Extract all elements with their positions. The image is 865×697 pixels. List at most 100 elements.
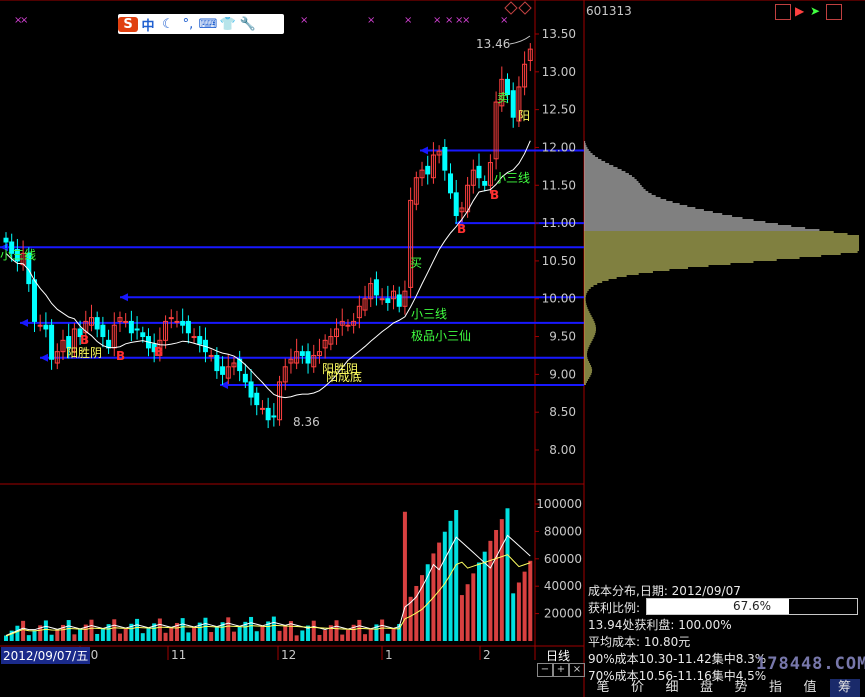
tool-icon[interactable]: ➤	[810, 4, 820, 18]
volume-bar	[140, 633, 145, 641]
volume-bar	[72, 634, 77, 641]
candle-body	[31, 279, 37, 322]
price-tick-label: 12.50	[542, 103, 576, 117]
sogou-logo-icon[interactable]: S	[118, 16, 138, 32]
month-label: 2	[483, 648, 491, 662]
volume-bar	[49, 634, 54, 641]
candle-body	[510, 90, 516, 118]
tab-7[interactable]: 筹	[829, 679, 860, 697]
candle-body	[442, 146, 448, 171]
wrench-icon[interactable]: 🔧	[238, 17, 258, 32]
candle-body	[185, 320, 191, 334]
profit-label: 获利比例:	[588, 601, 641, 615]
flag-icon[interactable]	[775, 4, 791, 20]
candle-body	[49, 324, 55, 360]
volume-bar	[317, 634, 322, 641]
volume-bar	[471, 573, 476, 641]
arrow-icon[interactable]: ▶	[795, 4, 804, 18]
profit-at: 13.94处获利盘: 100.00%	[588, 618, 732, 632]
volume-bar	[340, 634, 345, 641]
volume-bars	[4, 508, 533, 641]
volume-bar	[385, 633, 390, 641]
candle-body	[168, 317, 174, 320]
candle-body	[259, 407, 265, 410]
keyboard-icon[interactable]: ⌨	[198, 17, 218, 32]
tab-2[interactable]: 细	[657, 679, 687, 697]
volume-bar	[163, 632, 168, 641]
event-marker[interactable]: ×	[300, 15, 308, 26]
candle-body	[214, 354, 220, 372]
price-tick-label: 11.00	[542, 216, 576, 230]
candle-body	[180, 320, 186, 326]
candle-body	[265, 407, 271, 421]
volume-bar	[522, 571, 527, 641]
cost-title: 成本分布,日期: 2012/09/07	[588, 584, 741, 598]
tab-6[interactable]: 值	[795, 679, 825, 697]
volume-bar	[21, 620, 26, 641]
annotation-text: 阳	[518, 109, 530, 123]
moon-icon[interactable]: ☾	[158, 17, 178, 32]
punct-icon[interactable]: °,	[178, 17, 198, 32]
volume-bar	[100, 629, 105, 641]
zoom-out-button[interactable]: −	[537, 663, 553, 677]
volume-bar	[15, 625, 20, 641]
diamond-icon[interactable]	[518, 1, 532, 15]
volume-bar	[482, 551, 487, 641]
volume-axis: 100000 80000 60000 40000 20000	[535, 497, 582, 621]
tab-1[interactable]: 价	[623, 679, 653, 697]
volume-bar	[112, 619, 117, 641]
candle-body	[3, 237, 9, 243]
price-tick-label: 9.50	[549, 330, 576, 344]
price-tick-label: 10.50	[542, 254, 576, 268]
annotation-text: 小三线	[411, 307, 447, 321]
volume-bar	[226, 617, 231, 641]
event-marker[interactable]: ×	[462, 15, 470, 26]
volume-tick-label: 20000	[544, 607, 582, 621]
volume-bar	[334, 620, 339, 641]
ime-toolbar[interactable]: S 中 ☾ °, ⌨ 👕 🔧	[118, 14, 284, 34]
candle-body	[100, 324, 106, 338]
diamond-icon[interactable]	[504, 1, 518, 15]
tab-4[interactable]: 势	[726, 679, 756, 697]
ime-lang[interactable]: 中	[138, 15, 158, 34]
volume-tick-label: 60000	[544, 552, 582, 566]
volume-bar	[117, 633, 122, 641]
volume-bar	[214, 627, 219, 641]
skin-icon[interactable]: 👕	[218, 17, 238, 32]
event-marker[interactable]: ×	[404, 15, 412, 26]
volume-bar	[323, 630, 328, 641]
current-date: 2012/09/07/五	[1, 647, 91, 664]
event-marker[interactable]: ×	[367, 15, 375, 26]
event-marker[interactable]: ×	[20, 15, 28, 26]
volume-bar	[499, 519, 504, 641]
volume-bar	[180, 618, 185, 641]
tab-3[interactable]: 盘	[692, 679, 722, 697]
volume-bar	[78, 629, 83, 641]
month-label: 12	[281, 648, 296, 662]
tab-0[interactable]: 笔	[588, 679, 618, 697]
high-price-label: 13.46	[476, 37, 510, 51]
candle-body	[425, 165, 431, 175]
period-label[interactable]: 日线	[546, 647, 570, 664]
volume-bar	[249, 616, 254, 641]
volume-bar	[294, 635, 299, 641]
volume-bar	[157, 618, 162, 641]
volume-bar	[368, 629, 373, 641]
buy-marker: B	[457, 222, 466, 236]
candle-body	[208, 354, 214, 357]
zoom-in-button[interactable]: +	[553, 663, 569, 677]
volume-bar	[192, 627, 197, 641]
candle-body	[345, 324, 351, 327]
close-icon[interactable]: ×	[569, 663, 585, 677]
candle-body	[94, 317, 100, 330]
volume-bar	[4, 635, 8, 641]
volume-bar	[186, 632, 191, 641]
candle-body	[448, 173, 454, 194]
candle-body	[379, 298, 385, 301]
chart-icon[interactable]	[826, 4, 842, 20]
event-marker[interactable]: ×	[445, 15, 453, 26]
tab-5[interactable]: 指	[761, 679, 791, 697]
event-marker[interactable]: ×	[433, 15, 441, 26]
month-label: 1	[385, 648, 393, 662]
event-marker[interactable]: ×	[500, 15, 508, 26]
